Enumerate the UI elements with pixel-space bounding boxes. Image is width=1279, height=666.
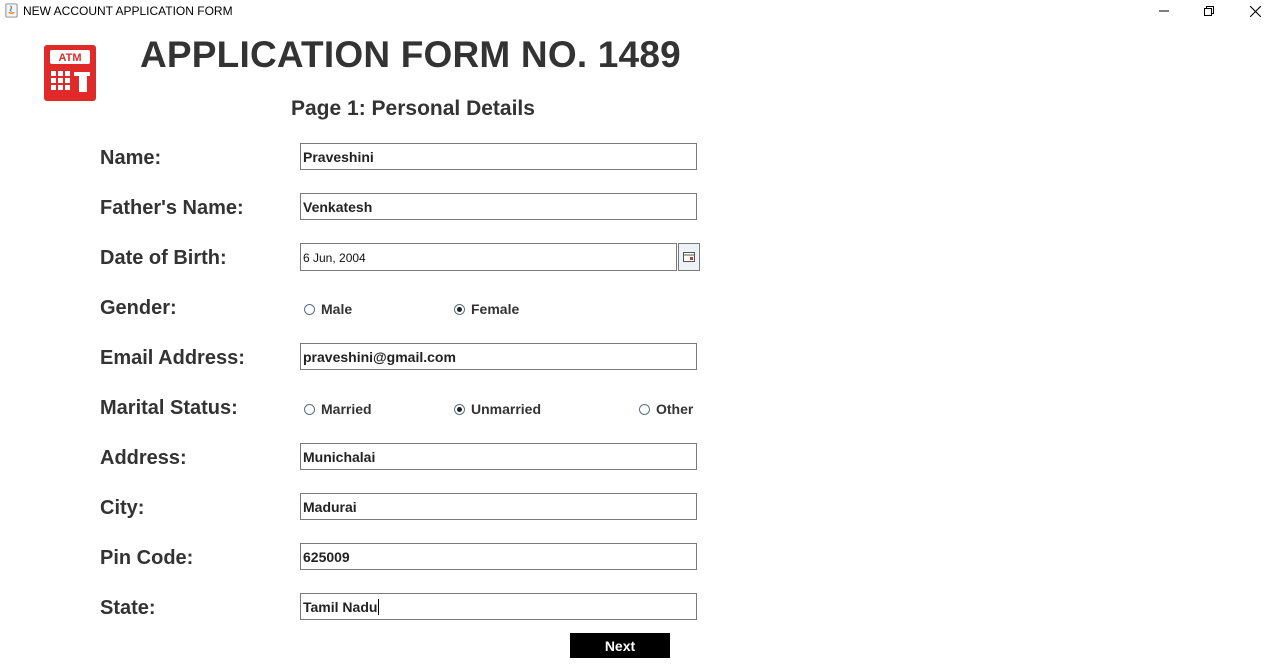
radio-circle-icon	[304, 303, 315, 315]
gender-male-label: Male	[321, 301, 353, 317]
radio-circle-icon	[639, 403, 650, 415]
restore-icon	[1204, 6, 1214, 16]
atm-logo-icon: ATM	[44, 45, 96, 101]
email-field[interactable]	[300, 343, 697, 370]
marital-unmarried-radio[interactable]: Unmarried	[454, 401, 541, 417]
marital-unmarried-label: Unmarried	[471, 401, 542, 417]
name-label: Name:	[100, 147, 162, 169]
address-field[interactable]	[300, 443, 697, 470]
city-label: City:	[100, 497, 145, 519]
calendar-icon	[683, 252, 695, 262]
text-cursor	[378, 598, 380, 615]
minimize-button[interactable]	[1141, 0, 1187, 22]
close-button[interactable]	[1232, 0, 1278, 22]
marital-other-radio[interactable]: Other	[639, 401, 693, 417]
atm-logo-text: ATM	[58, 52, 81, 64]
father-name-label: Father's Name:	[100, 197, 244, 219]
radio-selected-icon	[454, 403, 465, 415]
marital-other-label: Other	[656, 401, 694, 417]
marital-married-radio[interactable]: Married	[304, 401, 372, 417]
father-name-field[interactable]	[300, 193, 697, 220]
pin-code-label: Pin Code:	[100, 547, 194, 569]
marital-married-label: Married	[321, 401, 372, 417]
email-label: Email Address:	[100, 347, 245, 369]
gender-label: Gender:	[100, 297, 177, 319]
next-button[interactable]: Next	[570, 633, 670, 658]
window-title: NEW ACCOUNT APPLICATION FORM	[23, 4, 233, 18]
page-title: Page 1: Personal Details	[291, 97, 535, 120]
gender-female-label: Female	[471, 301, 520, 317]
pin-code-field[interactable]	[300, 543, 697, 570]
state-field[interactable]: Tamil Nadu	[300, 593, 697, 620]
address-label: Address:	[100, 447, 187, 469]
radio-selected-icon	[454, 303, 465, 315]
close-icon	[1249, 5, 1261, 17]
state-label: State:	[100, 597, 156, 619]
state-value: Tamil Nadu	[303, 598, 378, 615]
radio-circle-icon	[304, 403, 315, 415]
maximize-button[interactable]	[1186, 0, 1232, 22]
java-app-icon	[5, 3, 18, 18]
marital-status-label: Marital Status:	[100, 397, 238, 419]
date-picker-button[interactable]	[678, 243, 700, 271]
window-titlebar: NEW ACCOUNT APPLICATION FORM	[0, 0, 1279, 22]
dob-label: Date of Birth:	[100, 247, 227, 269]
gender-male-radio[interactable]: Male	[304, 301, 352, 317]
minimize-icon	[1159, 10, 1169, 12]
city-field[interactable]	[300, 493, 697, 520]
gender-female-radio[interactable]: Female	[454, 301, 519, 317]
name-field[interactable]	[300, 143, 697, 170]
form-title: APPLICATION FORM NO. 1489	[140, 34, 681, 75]
dob-field[interactable]: 6 Jun, 2004	[300, 243, 677, 271]
